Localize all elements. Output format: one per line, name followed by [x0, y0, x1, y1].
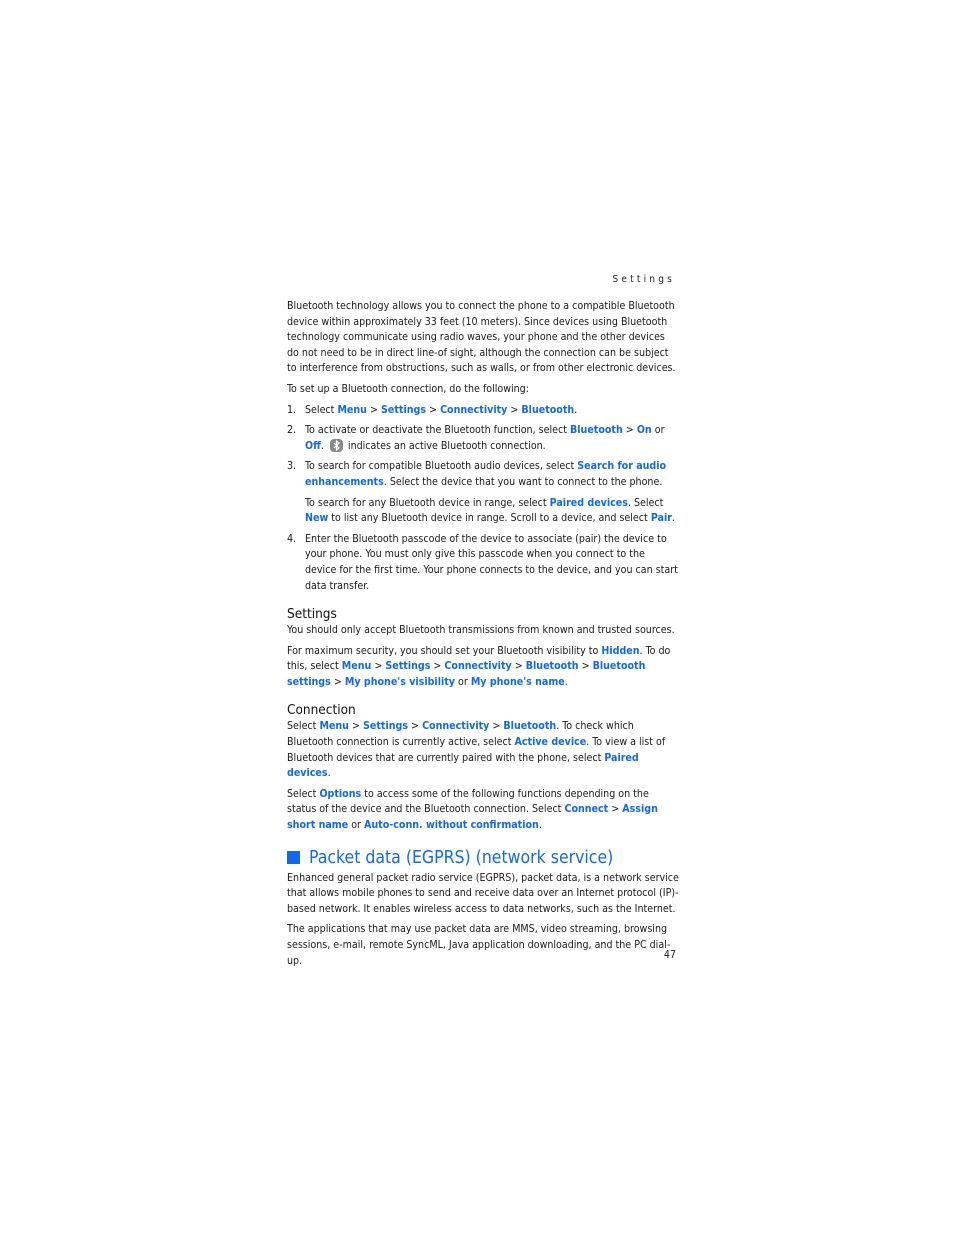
- separator: >: [507, 403, 522, 416]
- menu-path-bluetooth: Bluetooth: [525, 660, 579, 673]
- step-text: . Select: [627, 496, 664, 509]
- separator: >: [426, 403, 441, 416]
- step-number: 2.: [287, 424, 297, 437]
- running-header: Settings: [612, 274, 675, 285]
- separator: >: [578, 660, 593, 673]
- option-connect: Connect: [564, 803, 609, 816]
- conjunction: or: [348, 819, 365, 832]
- connection-heading: Connection: [287, 702, 356, 719]
- option-on: On: [636, 424, 652, 437]
- option-options: Options: [319, 787, 362, 800]
- separator: >: [511, 660, 526, 673]
- punctuation: .: [574, 403, 578, 416]
- packet-paragraph-2: The applications that may use packet dat…: [287, 923, 671, 967]
- separator: >: [608, 803, 623, 816]
- packet-paragraph-1: Enhanced general packet radio service (E…: [287, 871, 679, 915]
- page-number: 47: [663, 949, 676, 961]
- step-number: 4.: [287, 532, 297, 545]
- option-my-phones-visibility: My phone's visibility: [344, 675, 455, 688]
- separator: >: [371, 660, 386, 673]
- section-square-icon: [287, 851, 300, 865]
- menu-path-connectivity: Connectivity: [444, 660, 512, 673]
- text: Select: [287, 787, 320, 800]
- connection-paragraph-2: Select Options to access some of the fol…: [287, 787, 679, 834]
- menu-path-bluetooth: Bluetooth: [503, 720, 557, 733]
- menu-path-settings: Settings: [385, 660, 431, 673]
- text: For maximum security, you should set you…: [287, 644, 602, 657]
- packet-data-heading: Packet data (EGPRS) (network service): [287, 848, 679, 868]
- step-4: 4. Enter the Bluetooth passcode of the d…: [287, 532, 679, 594]
- step-text: To activate or deactivate the Bluetooth …: [305, 424, 570, 437]
- option-bluetooth: Bluetooth: [570, 424, 623, 437]
- punctuation: .: [564, 675, 568, 688]
- separator: >: [348, 720, 364, 733]
- settings-heading: Settings: [287, 606, 337, 623]
- intro-paragraph: Bluetooth technology allows you to conne…: [287, 300, 676, 375]
- option-new: New: [305, 512, 329, 525]
- step-number: 3.: [287, 460, 297, 473]
- settings-paragraph-1: You should only accept Bluetooth transmi…: [287, 624, 675, 637]
- heading-text: Packet data (EGPRS) (network service): [309, 847, 614, 868]
- option-hidden: Hidden: [601, 644, 640, 657]
- step-text: indicates an active Bluetooth connection…: [344, 439, 546, 452]
- separator: >: [622, 424, 637, 437]
- separator: >: [430, 660, 445, 673]
- punctuation: .: [320, 439, 324, 452]
- menu-path-connectivity: Connectivity: [440, 403, 508, 416]
- option-active-device: Active device: [514, 736, 587, 749]
- conjunction: or: [455, 675, 471, 688]
- option-off: Off: [305, 439, 321, 452]
- step-3-subparagraph: To search for any Bluetooth device in ra…: [305, 496, 679, 527]
- step-number: 1.: [287, 403, 297, 416]
- step-1: 1. Select Menu > Settings > Connectivity…: [287, 403, 679, 419]
- menu-path-bluetooth: Bluetooth: [521, 403, 575, 416]
- menu-path-settings: Settings: [381, 403, 427, 416]
- option-pair: Pair: [650, 512, 672, 525]
- separator: >: [408, 720, 423, 733]
- step-text: . Select the device that you want to con…: [383, 475, 663, 488]
- menu-path-menu: Menu: [341, 660, 372, 673]
- setup-lead: To set up a Bluetooth connection, do the…: [287, 382, 529, 395]
- punctuation: .: [538, 819, 542, 832]
- bluetooth-active-icon: [329, 438, 343, 452]
- punctuation: .: [671, 512, 675, 525]
- step-text: Enter the Bluetooth passcode of the devi…: [305, 532, 678, 592]
- text: Select: [287, 720, 320, 733]
- menu-path-menu: Menu: [319, 720, 349, 733]
- step-text: To search for any Bluetooth device in ra…: [305, 496, 550, 509]
- punctuation: .: [327, 767, 331, 780]
- step-2: 2. To activate or deactivate the Bluetoo…: [287, 423, 679, 454]
- step-3: 3. To search for compatible Bluetooth au…: [287, 459, 679, 526]
- option-my-phones-name: My phone's name: [470, 675, 565, 688]
- menu-path-settings: Settings: [363, 720, 409, 733]
- menu-path-menu: Menu: [337, 403, 367, 416]
- page-content: Bluetooth technology allows you to conne…: [287, 299, 679, 974]
- step-text: to list any Bluetooth device in range. S…: [328, 512, 651, 525]
- setup-steps: 1. Select Menu > Settings > Connectivity…: [287, 403, 679, 595]
- conjunction: or: [651, 424, 665, 437]
- separator: >: [366, 403, 382, 416]
- separator: >: [489, 720, 504, 733]
- step-text: To search for compatible Bluetooth audio…: [305, 460, 578, 473]
- option-paired-devices: Paired devices: [549, 496, 628, 509]
- step-text: Select: [305, 403, 338, 416]
- menu-path-connectivity: Connectivity: [422, 720, 490, 733]
- separator: >: [330, 675, 345, 688]
- connection-paragraph-1: Select Menu > Settings > Connectivity > …: [287, 719, 679, 781]
- option-auto-conn: Auto-conn. without confirmation: [364, 819, 539, 832]
- settings-paragraph-2: For maximum security, you should set you…: [287, 644, 679, 691]
